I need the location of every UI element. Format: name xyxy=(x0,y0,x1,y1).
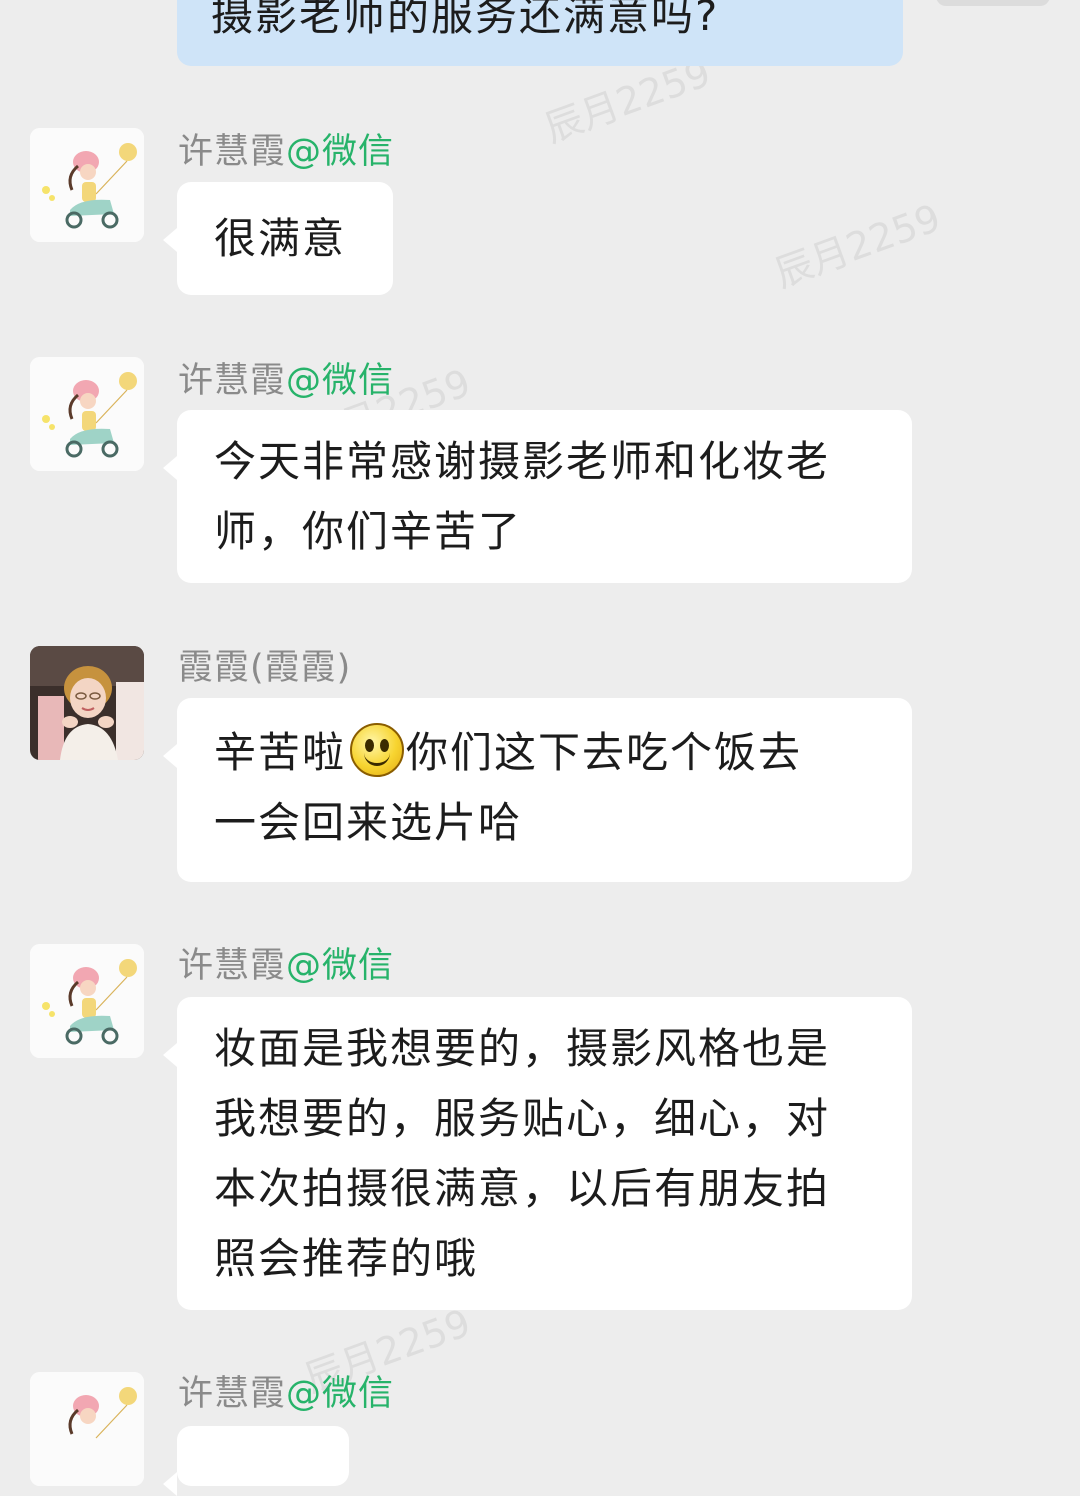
message-text: 你们这下去吃个饭去 xyxy=(406,728,803,777)
sender-name: 许慧霞@微信 xyxy=(178,1372,394,1416)
sender-source-tag: @微信 xyxy=(286,946,395,986)
sender-nickname: 霞霞(霞霞) xyxy=(178,648,352,688)
girl-on-scooter-avatar-icon xyxy=(30,1372,144,1486)
message-line: 一会回来选片哈 xyxy=(214,798,523,847)
message-bubble[interactable]: 很满意 xyxy=(163,182,393,295)
sender-source-tag: @微信 xyxy=(286,1374,395,1414)
message-line: 本次拍摄很满意，以后有朋友拍 xyxy=(214,1164,831,1213)
girl-on-scooter-avatar-icon xyxy=(30,944,144,1058)
watermark: 辰月2259 xyxy=(768,195,947,296)
message-line: 今天非常感谢摄影老师和化妆老 xyxy=(214,437,831,486)
message-line: 妆面是我想要的，摄影风格也是 xyxy=(214,1024,831,1073)
sender-name: 许慧霞@微信 xyxy=(178,359,394,403)
sender-nickname: 许慧霞 xyxy=(178,946,287,986)
message-bubble[interactable]: 辛苦啦 你们这下去吃个饭去 一会回来选片哈 xyxy=(163,698,912,882)
sender-name: 许慧霞@微信 xyxy=(178,944,394,988)
message-line: 我想要的，服务贴心，细心，对 xyxy=(214,1094,831,1143)
woman-portrait-avatar-icon xyxy=(30,646,144,760)
chat-message-list[interactable]: 辰月2259 辰月2259 辰月2259 辰月2259 摄影老师的服务还满意吗? xyxy=(0,0,1080,1496)
avatar[interactable] xyxy=(30,944,144,1058)
message-bubble[interactable]: 摄影老师的服务还满意吗? xyxy=(177,0,903,66)
message-line: 辛苦啦 你们这下去吃个饭去 xyxy=(214,718,875,788)
sender-nickname: 许慧霞 xyxy=(178,132,287,172)
message-text: 辛苦啦 xyxy=(214,728,347,777)
sender-source-tag: @微信 xyxy=(286,132,395,172)
message-line: 师，你们辛苦了 xyxy=(214,507,523,556)
message-bubble[interactable]: 今天非常感谢摄影老师和化妆老 师，你们辛苦了 xyxy=(163,410,912,583)
sender-source-tag: @微信 xyxy=(286,361,395,401)
sender-name: 霞霞(霞霞) xyxy=(178,646,351,690)
girl-on-scooter-avatar-icon xyxy=(30,128,144,242)
sender-nickname: 许慧霞 xyxy=(178,1374,287,1414)
girl-on-scooter-avatar-icon xyxy=(30,357,144,471)
message-text: 很满意 xyxy=(214,214,347,263)
sender-name: 许慧霞@微信 xyxy=(178,130,394,174)
smile-emoji-icon xyxy=(350,723,405,777)
avatar[interactable] xyxy=(30,646,144,760)
avatar[interactable] xyxy=(30,357,144,471)
avatar[interactable] xyxy=(30,1372,144,1486)
self-avatar[interactable] xyxy=(936,0,1050,6)
message-text: 摄影老师的服务还满意吗? xyxy=(211,0,720,40)
message-bubble[interactable]: 妆面是我想要的，摄影风格也是 我想要的，服务贴心，细心，对 本次拍摄很满意，以后… xyxy=(163,997,912,1310)
message-bubble[interactable] xyxy=(163,1426,349,1496)
avatar[interactable] xyxy=(30,128,144,242)
sender-nickname: 许慧霞 xyxy=(178,361,287,401)
message-line: 照会推荐的哦 xyxy=(214,1234,479,1283)
